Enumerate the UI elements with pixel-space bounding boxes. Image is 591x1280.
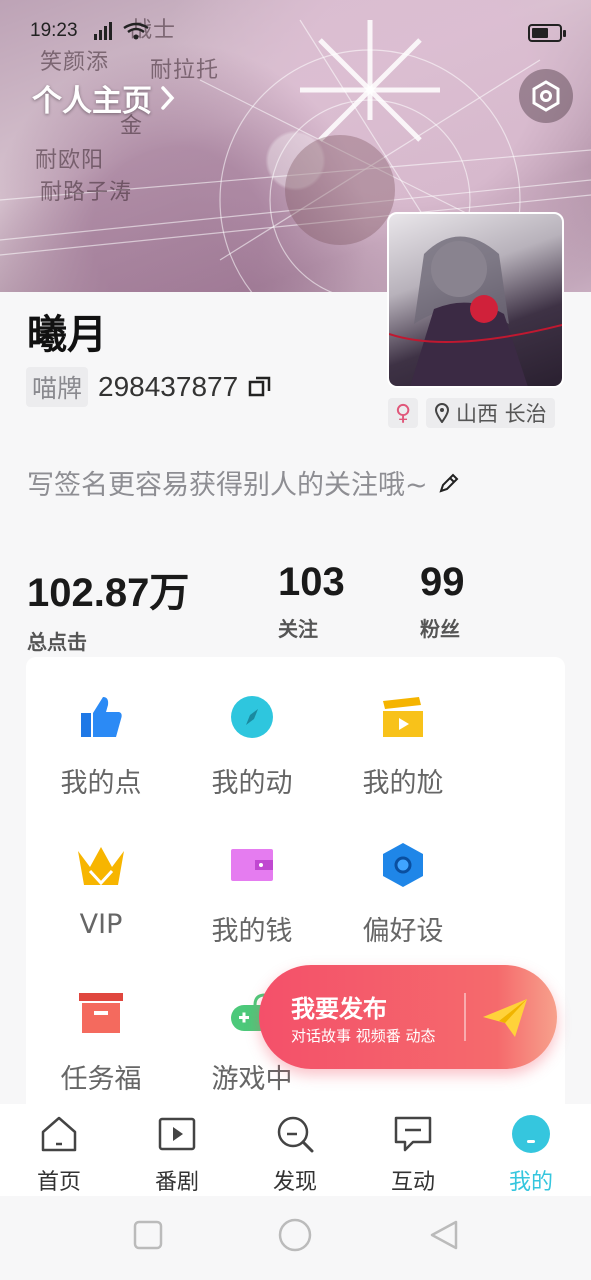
- id-tag: 喵牌: [26, 367, 89, 407]
- nav-label: 首页: [36, 1170, 81, 1195]
- menu-item-label: 我的点: [60, 768, 142, 799]
- battery-icon: [528, 24, 566, 42]
- menu-item-label: 任务福: [60, 1064, 142, 1095]
- nav-label: 番剧: [154, 1170, 199, 1195]
- menu-item-my-awkward[interactable]: 我的尬: [328, 691, 478, 800]
- message-icon: [394, 1116, 432, 1152]
- stat-value: 103: [278, 560, 345, 604]
- menu-item-preferences[interactable]: 偏好设: [328, 839, 478, 948]
- menu-item-label: 我的动: [211, 768, 293, 799]
- hexagon-settings-icon: [532, 80, 560, 112]
- nav-label: 互动: [390, 1170, 435, 1195]
- menu-item-label: 我的钱: [211, 916, 293, 947]
- back-icon[interactable]: [430, 1220, 458, 1250]
- clapperboard-icon: [377, 691, 429, 743]
- nav-mine[interactable]: 我的: [486, 1114, 576, 1196]
- nav-label: 发现: [272, 1170, 317, 1195]
- username: 曦月: [27, 312, 107, 358]
- menu-item-vip[interactable]: VIP: [26, 839, 176, 940]
- system-navigation-bar: [0, 1196, 591, 1280]
- thumbs-up-icon: [75, 691, 127, 743]
- stat-value: 102.87万: [27, 571, 190, 615]
- publish-title: 我要发布: [291, 995, 387, 1023]
- signal-wifi-icon: [94, 22, 149, 40]
- crown-icon: [75, 839, 127, 891]
- nav-interaction[interactable]: 互动: [368, 1114, 458, 1196]
- nav-discover[interactable]: 发现: [250, 1114, 340, 1196]
- menu-item-my-dynamics[interactable]: 我的动: [177, 691, 327, 800]
- stat-label: 总点击: [27, 630, 87, 654]
- stat-label: 关注: [278, 617, 318, 641]
- signature-text: 写签名更容易获得别人的关注哦~: [27, 470, 428, 501]
- homepage-label: 个人主页: [32, 84, 152, 119]
- system-nav-buttons: [133, 1218, 458, 1252]
- avatar[interactable]: [387, 212, 564, 388]
- stat-following[interactable]: 103 关注: [278, 560, 345, 642]
- nav-anime[interactable]: 番剧: [132, 1114, 222, 1196]
- compass-icon: [226, 691, 278, 743]
- menu-item-task-benefits[interactable]: 任务福: [26, 987, 176, 1096]
- location-pin-icon: [434, 403, 450, 423]
- menu-item-my-wallet[interactable]: 我的钱: [177, 839, 327, 948]
- stat-value: 99: [420, 560, 465, 604]
- hexagon-settings-icon: [377, 839, 429, 891]
- status-bar: 19:23: [0, 0, 591, 60]
- gift-box-icon: [75, 987, 127, 1039]
- pencil-edit-icon: [439, 473, 459, 493]
- stat-label: 粉丝: [420, 617, 460, 641]
- stat-total-clicks[interactable]: 102.87万 总点击: [27, 560, 189, 655]
- chevron-right-icon: [161, 86, 175, 110]
- banner-text: 耐欧阳: [35, 148, 105, 173]
- profile-tags: ♀ 山西 长治: [388, 398, 555, 428]
- stat-followers[interactable]: 99 粉丝: [420, 560, 465, 642]
- bottom-navigation: 首页 番剧 发现 互动 我的: [0, 1104, 591, 1196]
- gender-badge: ♀: [388, 398, 418, 428]
- nav-label: 我的: [508, 1170, 553, 1195]
- female-icon: ♀: [394, 400, 412, 426]
- publish-button[interactable]: 我要发布 对话故事 视频番 动态: [259, 965, 557, 1069]
- wallet-icon: [226, 839, 278, 891]
- copy-icon[interactable]: [248, 375, 272, 399]
- avatar-illustration: [389, 236, 562, 386]
- user-id-row: 喵牌 298437877: [26, 367, 272, 407]
- menu-item-label: VIP: [79, 909, 123, 940]
- paper-plane-icon: [483, 999, 527, 1037]
- stats-row: 102.87万 总点击 103 关注 99 粉丝: [0, 560, 591, 654]
- settings-button[interactable]: [519, 69, 573, 123]
- nav-home[interactable]: 首页: [14, 1114, 104, 1196]
- id-number: 298437877: [98, 371, 239, 402]
- banner-text: 耐路子涛: [40, 180, 133, 205]
- profile-icon: [512, 1115, 550, 1153]
- signature-edit[interactable]: 写签名更容易获得别人的关注哦~: [27, 463, 460, 502]
- menu-item-label: 我的尬: [362, 768, 444, 799]
- status-time: 19:23: [30, 20, 78, 41]
- play-icon: [158, 1117, 196, 1151]
- home-icon: [41, 1116, 77, 1152]
- home-circle-icon[interactable]: [278, 1218, 312, 1252]
- personal-homepage-link[interactable]: 个人主页: [32, 76, 176, 120]
- recent-apps-icon[interactable]: [133, 1220, 163, 1250]
- location-text: 山西 长治: [456, 402, 547, 426]
- publish-divider: [464, 993, 466, 1041]
- location-badge: 山西 长治: [426, 398, 555, 428]
- publish-subtitle: 对话故事 视频番 动态: [291, 1027, 436, 1045]
- search-icon: [277, 1116, 314, 1153]
- menu-item-my-likes[interactable]: 我的点: [26, 691, 176, 800]
- menu-item-label: 偏好设: [362, 916, 444, 947]
